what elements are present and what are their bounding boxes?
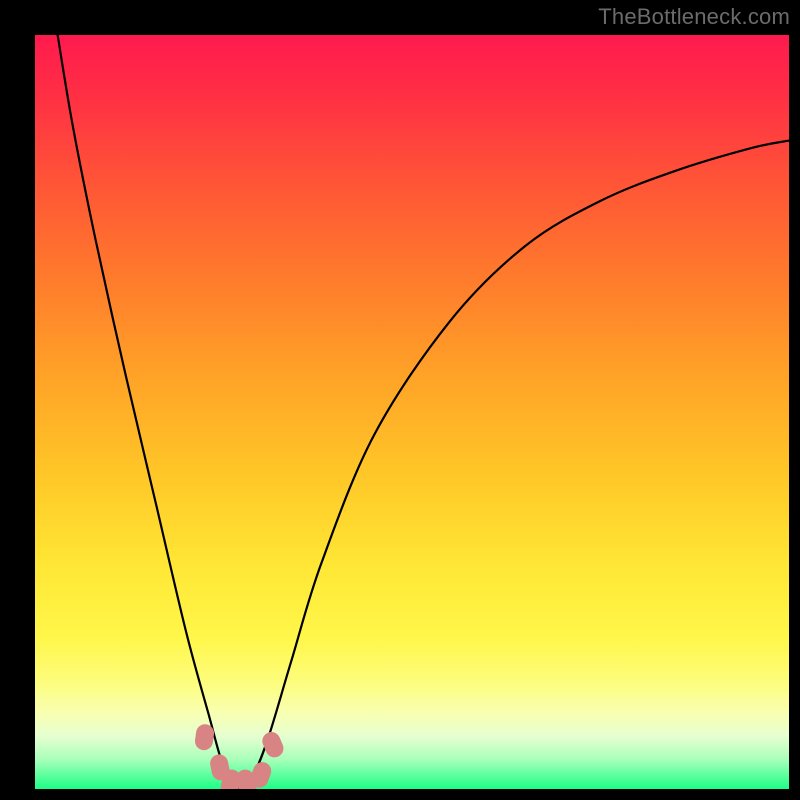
minimum-markers: [194, 723, 286, 789]
curve-path-group: [58, 35, 789, 789]
bottleneck-curve: [35, 35, 789, 789]
marker-point: [260, 729, 287, 760]
chart-plot-area: [35, 35, 789, 789]
chart-frame: TheBottleneck.com: [0, 0, 800, 800]
watermark-text: TheBottleneck.com: [598, 4, 790, 30]
